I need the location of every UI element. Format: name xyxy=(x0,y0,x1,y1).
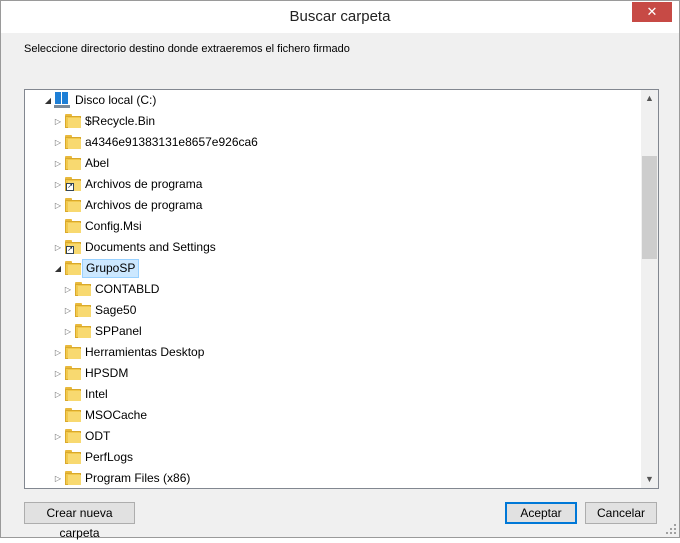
tree-folder-label: Sage50 xyxy=(95,303,137,317)
shortcut-folder-icon: ↗ xyxy=(65,177,81,191)
tree-folder-label: PerfLogs xyxy=(85,450,134,464)
folder-tree[interactable]: ◢ Disco local (C:) ▷ $Recycle.Bin ▷ a4346e9… xyxy=(24,89,659,489)
browse-folder-dialog: Buscar carpeta ✕ Seleccione directorio d… xyxy=(0,0,680,540)
folder-icon xyxy=(65,345,81,359)
tree-folder-label: HPSDM xyxy=(85,366,129,380)
cancel-button[interactable]: Cancelar xyxy=(585,502,657,524)
folder-icon xyxy=(65,261,81,275)
folder-icon xyxy=(65,156,81,170)
folder-icon xyxy=(65,198,81,212)
tree-folder-label: SPPanel xyxy=(95,324,142,338)
folder-icon xyxy=(75,282,91,296)
collapsed-arrow-icon[interactable]: ▷ xyxy=(53,153,63,174)
folder-icon xyxy=(65,450,81,464)
tree-folder-label: MSOCache xyxy=(85,408,148,422)
tree-folder-label: a4346e91383131e8657e926ca6 xyxy=(85,135,258,149)
tree-folder-label: GrupoSP xyxy=(82,259,140,278)
tree-root-label: Disco local (C:) xyxy=(75,93,157,107)
folder-icon xyxy=(75,324,91,338)
shortcut-arrow-icon: ↗ xyxy=(66,183,74,191)
tree-folder-label: Herramientas Desktop xyxy=(85,345,205,359)
collapsed-arrow-icon[interactable]: ▷ xyxy=(53,132,63,153)
dialog-body: Seleccione directorio destino donde extr… xyxy=(1,33,679,540)
dialog-title: Buscar carpeta xyxy=(289,8,391,25)
new-folder-button[interactable]: Crear nueva carpeta xyxy=(24,502,135,540)
shortcut-arrow-icon: ↗ xyxy=(66,246,74,254)
collapsed-arrow-icon[interactable]: ▷ xyxy=(53,111,63,132)
folder-icon xyxy=(65,219,81,233)
folder-icon xyxy=(65,114,81,128)
title-bar: Buscar carpeta ✕ xyxy=(1,1,679,33)
accept-button[interactable]: Aceptar xyxy=(505,502,577,524)
folder-icon xyxy=(65,408,81,422)
expanded-arrow-icon[interactable]: ◢ xyxy=(53,258,63,279)
shortcut-folder-icon: ↗ xyxy=(65,240,81,254)
folder-icon xyxy=(65,135,81,149)
tree-folder-label: Archivos de programa xyxy=(85,198,203,212)
collapsed-arrow-icon[interactable]: ▷ xyxy=(53,237,63,258)
drive-icon xyxy=(54,92,70,108)
collapsed-arrow-icon[interactable]: ▷ xyxy=(53,195,63,216)
tree-folder-label: CONTABLD xyxy=(95,282,160,296)
scroll-up-arrow-icon[interactable]: ▲ xyxy=(641,90,658,107)
collapsed-arrow-icon[interactable]: ▷ xyxy=(53,174,63,195)
folder-icon xyxy=(65,366,81,380)
collapsed-arrow-icon[interactable]: ▷ xyxy=(63,279,73,300)
folder-icon xyxy=(65,471,81,485)
folder-icon xyxy=(65,387,81,401)
instruction-text: Seleccione directorio destino donde extr… xyxy=(24,43,350,55)
collapsed-arrow-icon[interactable]: ▷ xyxy=(53,342,63,363)
collapsed-arrow-icon[interactable]: ▷ xyxy=(63,300,73,321)
scrollbar-thumb[interactable] xyxy=(642,156,657,259)
collapsed-arrow-icon[interactable]: ▷ xyxy=(53,384,63,405)
close-button[interactable]: ✕ xyxy=(632,2,672,22)
tree-folder-label: Config.Msi xyxy=(85,219,142,233)
tree-folder-label: ODT xyxy=(85,429,111,443)
folder-icon xyxy=(65,429,81,443)
collapsed-arrow-icon[interactable]: ▷ xyxy=(53,426,63,447)
tree-folder-label: Program Files (x86) xyxy=(85,471,191,485)
folder-icon xyxy=(75,303,91,317)
collapsed-arrow-icon[interactable]: ▷ xyxy=(53,468,63,488)
scroll-down-arrow-icon[interactable]: ▼ xyxy=(641,471,658,488)
tree-folder-label: Documents and Settings xyxy=(85,240,216,254)
tree-folder-label: Archivos de programa xyxy=(85,177,203,191)
tree-folder-label: Intel xyxy=(85,387,108,401)
tree-folder-label: $Recycle.Bin xyxy=(85,114,156,128)
tree-folder-label: Abel xyxy=(85,156,110,170)
expanded-arrow-icon[interactable]: ◢ xyxy=(43,90,53,111)
collapsed-arrow-icon[interactable]: ▷ xyxy=(63,321,73,342)
close-icon: ✕ xyxy=(646,4,658,19)
collapsed-arrow-icon[interactable]: ▷ xyxy=(53,363,63,384)
vertical-scrollbar[interactable]: ▲ ▼ xyxy=(641,90,658,488)
resize-grip-icon[interactable] xyxy=(666,524,676,534)
